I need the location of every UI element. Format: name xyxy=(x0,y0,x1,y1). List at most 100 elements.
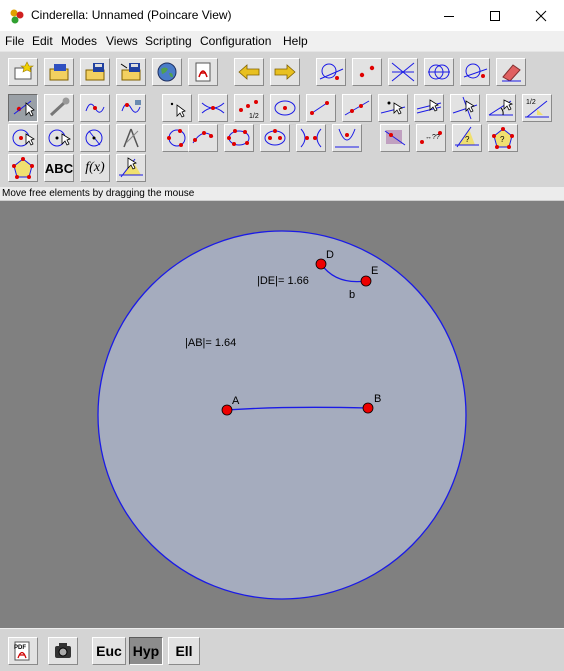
arc-points-icon xyxy=(192,131,214,144)
segment-button[interactable] xyxy=(306,94,336,122)
hyperbolic-view-button[interactable]: Hyp xyxy=(129,637,163,665)
menu-configuration[interactable]: Configuration xyxy=(200,34,271,48)
circle-line-point-icon xyxy=(319,63,344,80)
polygon-fill-button[interactable] xyxy=(380,124,410,152)
angle-measure-button[interactable]: 1/2 xyxy=(522,94,552,122)
line-button[interactable] xyxy=(342,94,372,122)
export-web-button[interactable] xyxy=(152,58,182,86)
svg-text:?: ? xyxy=(465,135,470,144)
new-file-button[interactable] xyxy=(8,58,38,86)
select-lines-button[interactable] xyxy=(388,58,418,86)
elliptic-view-button[interactable]: Ell xyxy=(168,637,200,665)
svg-text:1/2: 1/2 xyxy=(249,113,259,120)
circle-center-icon xyxy=(12,129,35,147)
circle-line-icon xyxy=(463,63,488,79)
circle-by-three-points-button[interactable] xyxy=(80,124,110,152)
move-mode-icon xyxy=(13,100,35,117)
geometry-drawing[interactable]: A B D E b |DE|= 1.66 |AB|= 1.64 xyxy=(0,201,564,628)
conic-five-points-button[interactable] xyxy=(224,124,254,152)
center-button[interactable] xyxy=(270,94,300,122)
circle-by-radius-button[interactable] xyxy=(8,124,38,152)
text-tool-button[interactable]: ABC xyxy=(44,154,74,182)
tool-area: 1/2 1/2 ↔?? ? ? ABC f(x) xyxy=(0,51,564,188)
measure-ab[interactable]: |AB|= 1.64 xyxy=(185,337,236,349)
camera-icon xyxy=(55,643,71,658)
poincare-view-canvas[interactable]: A B D E b |DE|= 1.66 |AB|= 1.64 xyxy=(0,201,564,628)
compass-tool-button[interactable] xyxy=(116,124,146,152)
menu-views[interactable]: Views xyxy=(106,34,138,48)
parabola-button[interactable] xyxy=(332,124,362,152)
circle-radius-icon xyxy=(48,129,71,147)
deselect-button[interactable] xyxy=(496,58,526,86)
function-tool-button[interactable]: f(x) xyxy=(80,154,110,182)
add-point-button[interactable] xyxy=(162,94,192,122)
arrow-right-icon xyxy=(274,64,296,80)
menu-scripting[interactable]: Scripting xyxy=(145,34,192,48)
polygon-icon xyxy=(12,157,34,179)
point-a[interactable] xyxy=(221,404,233,416)
animation-button[interactable] xyxy=(116,94,146,122)
export-pdf-button[interactable]: PDF xyxy=(8,637,38,665)
euclidean-view-button[interactable]: Euc xyxy=(92,637,126,665)
menu-modes[interactable]: Modes xyxy=(61,34,97,48)
new-file-icon xyxy=(14,61,34,80)
maximize-button[interactable] xyxy=(472,0,518,31)
minimize-button[interactable] xyxy=(426,0,472,31)
distance-button[interactable]: ↔?? xyxy=(416,124,446,152)
angle-button[interactable]: ? xyxy=(452,124,482,152)
point-b[interactable] xyxy=(362,402,374,414)
locus-button[interactable] xyxy=(80,94,110,122)
move-mode-button[interactable] xyxy=(8,94,38,122)
open-file-button[interactable] xyxy=(44,58,74,86)
parallel-button[interactable] xyxy=(378,94,408,122)
menu-help[interactable]: Help xyxy=(283,34,308,48)
select-circles-button[interactable] xyxy=(424,58,454,86)
menu-bar: File Edit Modes Views Scripting Configur… xyxy=(0,31,564,51)
save-file-button[interactable] xyxy=(80,58,110,86)
hyperbola-button[interactable] xyxy=(296,124,326,152)
close-icon xyxy=(535,10,547,21)
print-pdf-button[interactable] xyxy=(188,58,218,86)
ellipse-button[interactable] xyxy=(260,124,290,152)
undo-button[interactable] xyxy=(234,58,264,86)
area-button[interactable]: ? xyxy=(488,124,518,152)
line-through-points-icon xyxy=(344,100,370,116)
parabola-icon xyxy=(335,128,359,148)
distance-icon xyxy=(384,130,406,146)
arc-button[interactable] xyxy=(188,124,218,152)
select-free-points-button[interactable] xyxy=(352,58,382,86)
menu-file[interactable]: File xyxy=(5,34,24,48)
cross-line-icon xyxy=(452,96,478,120)
three-point-circle-icon xyxy=(167,129,186,147)
polygon-button[interactable] xyxy=(8,154,38,182)
point-d[interactable] xyxy=(315,258,327,270)
select-points-button[interactable] xyxy=(316,58,346,86)
label-segment-b: b xyxy=(349,289,355,301)
point-e[interactable] xyxy=(360,275,372,287)
menu-edit[interactable]: Edit xyxy=(32,34,53,48)
line-through-point-button[interactable] xyxy=(450,94,480,122)
perpendicular-button[interactable] xyxy=(414,94,444,122)
redo-button[interactable] xyxy=(270,58,300,86)
measure-de[interactable]: |DE|= 1.66 xyxy=(257,275,309,287)
intersection-button[interactable] xyxy=(198,94,228,122)
pdf-icon xyxy=(195,62,211,82)
svg-text:PDF: PDF xyxy=(14,645,26,651)
curve-point-icon xyxy=(85,103,105,113)
angle-tool-button[interactable] xyxy=(116,154,146,182)
animation-curve-icon xyxy=(121,100,141,113)
status-bar: Move free elements by dragging the mouse xyxy=(0,187,564,201)
compass-button[interactable] xyxy=(44,124,74,152)
angle-bisector-button[interactable] xyxy=(486,94,516,122)
save-as-button[interactable] xyxy=(116,58,146,86)
cinderella-app-icon xyxy=(10,9,24,24)
two-points-icon xyxy=(359,65,375,78)
wrench-icon xyxy=(49,97,70,117)
snapshot-button[interactable] xyxy=(48,637,78,665)
globe-icon xyxy=(157,62,177,82)
midpoint-button[interactable]: 1/2 xyxy=(234,94,264,122)
properties-button[interactable] xyxy=(44,94,74,122)
close-button[interactable] xyxy=(518,0,564,31)
midpoint-icon: 1/2 xyxy=(239,100,259,120)
select-conics-button[interactable] xyxy=(460,58,490,86)
